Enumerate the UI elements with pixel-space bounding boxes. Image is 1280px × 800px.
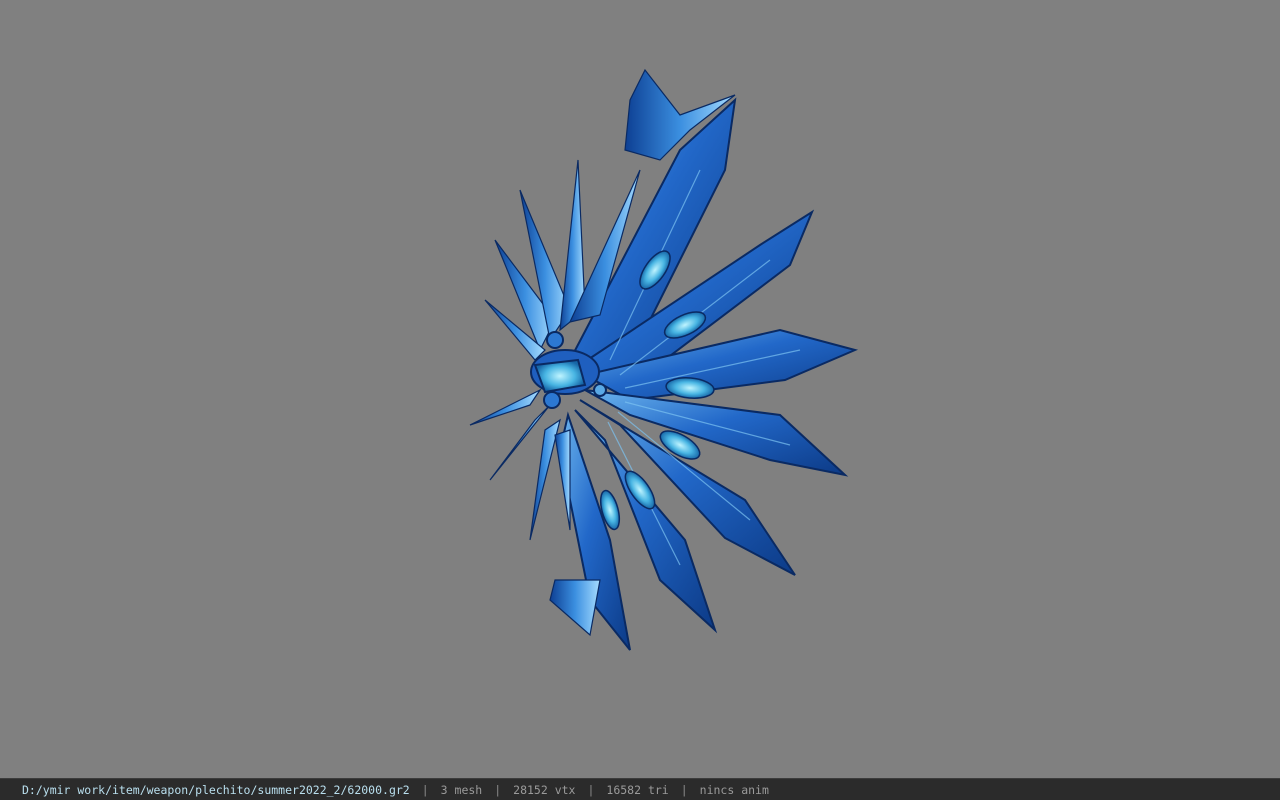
mesh-count: 3 mesh <box>440 782 483 797</box>
triangle-count: 16582 tri <box>606 782 669 797</box>
fan-blades <box>558 97 859 651</box>
separator: | <box>680 782 688 797</box>
vertex-count: 28152 vtx <box>513 782 576 797</box>
status-bar: D:/ymir work/item/weapon/plechito/summer… <box>0 778 1280 800</box>
separator: | <box>494 782 502 797</box>
separator: | <box>587 782 595 797</box>
fan-weapon-model[interactable] <box>460 60 870 670</box>
model-file-path: D:/ymir work/item/weapon/plechito/summer… <box>22 782 410 797</box>
separator: | <box>421 782 429 797</box>
animation-status: nincs anim <box>699 782 769 797</box>
3d-viewport[interactable] <box>0 0 1280 778</box>
